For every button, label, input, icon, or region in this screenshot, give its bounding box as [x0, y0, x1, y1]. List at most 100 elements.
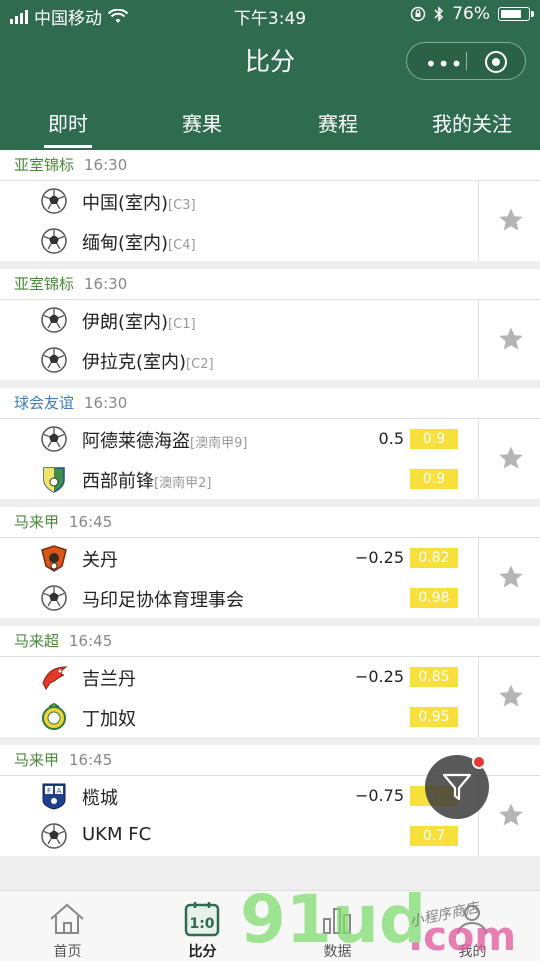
away-team-name: 缅甸(室内)[C4]: [82, 233, 196, 254]
battery-icon: [498, 7, 534, 21]
favorite-star-icon[interactable]: [498, 802, 524, 828]
favorite-star-icon[interactable]: [498, 683, 524, 709]
nav-data-label: 数据: [323, 944, 352, 960]
tab-bar: 即时 赛果 赛程 我的关注: [0, 90, 540, 150]
away-team-row[interactable]: UKM FC 0.7: [0, 816, 478, 856]
competition-label: 亚室锦标: [14, 156, 75, 174]
away-team-name: 丁加奴: [82, 709, 136, 730]
svg-text:1:0: 1:0: [189, 916, 214, 932]
away-team-row[interactable]: 伊拉克(室内)[C2]: [0, 340, 478, 380]
away-team-name: 西部前锋[澳南甲2]: [82, 471, 212, 492]
home-team-row[interactable]: FA榄城−0.751.: [0, 776, 478, 816]
tab-my-follow[interactable]: 我的关注: [432, 108, 512, 137]
home-team-name: 吉兰丹: [82, 669, 136, 690]
tab-results[interactable]: 赛果: [182, 108, 222, 137]
match-header: 马来甲 16:45: [0, 507, 540, 538]
tab-schedule[interactable]: 赛程: [318, 108, 358, 137]
away-odds-badge: 0.7: [410, 826, 458, 846]
home-icon: [50, 903, 84, 934]
nav-mine-label: 我的: [458, 944, 487, 960]
kickoff-time: 16:45: [69, 751, 113, 769]
kickoff-time: 16:45: [69, 513, 113, 531]
match-group[interactable]: 亚室锦标 16:30 伊朗(室内)[C1] 伊拉克(室内)[C2]: [0, 269, 540, 380]
soccer-ball-icon: [40, 187, 68, 215]
away-odds-badge: 0.9: [410, 469, 458, 489]
away-team-row[interactable]: 丁加奴 0.95: [0, 697, 478, 737]
match-group[interactable]: 马来甲 16:45 关丹 −0.25 0.82 马印足协体育理事会 0.98: [0, 507, 540, 618]
soccer-ball-icon: [40, 306, 68, 334]
away-team-rank: [C2]: [186, 357, 214, 372]
club-shield-icon: [40, 465, 68, 493]
status-bar: 中国移动 下午3:49 76%: [0, 0, 540, 30]
svg-text:F: F: [47, 787, 51, 795]
match-body: 阿德莱德海盗[澳南甲9] 0.5 0.9 西部前锋[澳南甲2] 0.9: [0, 419, 540, 499]
competition-label: 亚室锦标: [14, 275, 75, 293]
favorite-star-icon[interactable]: [498, 445, 524, 471]
match-header: 亚室锦标 16:30: [0, 150, 540, 181]
app-header: 比分 •••: [0, 30, 540, 90]
soccer-ball-icon: [40, 346, 68, 374]
row-divider: [478, 181, 479, 261]
match-body: 伊朗(室内)[C1] 伊拉克(室内)[C2]: [0, 300, 540, 380]
competition-label: 球会友谊: [14, 394, 75, 412]
capsule-divider: [466, 52, 467, 70]
orientation-lock-icon: [410, 6, 426, 22]
user-icon: [457, 905, 487, 935]
home-team-row[interactable]: 中国(室内)[C3]: [0, 181, 478, 221]
away-team-row[interactable]: 缅甸(室内)[C4]: [0, 221, 478, 261]
competition-label: 马来甲: [14, 513, 60, 531]
nav-score[interactable]: 1:0 比分: [135, 891, 270, 961]
soccer-ball-icon: [40, 584, 68, 612]
home-team-rank: [C1]: [168, 317, 196, 332]
tab-live[interactable]: 即时: [44, 108, 92, 148]
svg-text:A: A: [57, 787, 62, 795]
more-dots-icon[interactable]: •••: [425, 52, 463, 76]
away-team-rank: [澳南甲2]: [154, 476, 212, 491]
notification-dot: [472, 755, 486, 769]
home-team-rank: [C3]: [168, 198, 196, 213]
match-body: 关丹 −0.25 0.82 马印足协体育理事会 0.98: [0, 538, 540, 618]
home-odds-badge: 0.82: [410, 548, 458, 568]
favorite-star-icon[interactable]: [498, 564, 524, 590]
away-team-row[interactable]: 西部前锋[澳南甲2] 0.9: [0, 459, 478, 499]
competition-label: 马来甲: [14, 751, 60, 769]
home-team-name: 榄城: [82, 788, 118, 809]
target-icon[interactable]: [485, 51, 507, 73]
away-team-name: UKM FC: [82, 824, 152, 845]
away-odds-badge: 0.95: [410, 707, 458, 727]
nav-score-label: 比分: [188, 944, 217, 960]
nav-data[interactable]: 数据: [270, 891, 405, 961]
nav-mine[interactable]: 我的: [405, 891, 540, 961]
home-team-row[interactable]: 阿德莱德海盗[澳南甲9] 0.5 0.9: [0, 419, 478, 459]
away-team-name: 马印足协体育理事会: [82, 590, 244, 611]
home-team-row[interactable]: 吉兰丹 −0.25 0.85: [0, 657, 478, 697]
competition-label: 马来超: [14, 632, 60, 650]
battery-percent: 76%: [452, 4, 490, 24]
nav-home-label: 首页: [53, 944, 82, 960]
handicap-value: −0.25: [354, 548, 404, 567]
row-divider: [478, 300, 479, 380]
home-team-row[interactable]: 关丹 −0.25 0.82: [0, 538, 478, 578]
away-team-rank: [C4]: [168, 238, 196, 253]
home-odds-badge: 0.85: [410, 667, 458, 687]
match-header: 马来超 16:45: [0, 626, 540, 657]
match-group[interactable]: 球会友谊 16:30 阿德莱德海盗[澳南甲9] 0.5 0.9 西部前锋[澳南甲2] 0.9: [0, 388, 540, 499]
away-team-row[interactable]: 马印足协体育理事会 0.98: [0, 578, 478, 618]
kickoff-time: 16:30: [84, 394, 128, 412]
match-group[interactable]: 马来超 16:45 吉兰丹 −0.25 0.85 丁加奴 0.95: [0, 626, 540, 737]
favorite-star-icon[interactable]: [498, 326, 524, 352]
favorite-star-icon[interactable]: [498, 207, 524, 233]
kickoff-time: 16:30: [84, 275, 128, 293]
home-team-row[interactable]: 伊朗(室内)[C1]: [0, 300, 478, 340]
row-divider: [478, 657, 479, 737]
match-header: 亚室锦标 16:30: [0, 269, 540, 300]
home-team-name: 阿德莱德海盗[澳南甲9]: [82, 431, 248, 452]
home-team-name: 中国(室内)[C3]: [82, 193, 196, 214]
handicap-value: −0.75: [354, 786, 404, 805]
match-group[interactable]: 亚室锦标 16:30 中国(室内)[C3] 缅甸(室内)[C4]: [0, 150, 540, 261]
nav-home[interactable]: 首页: [0, 891, 135, 961]
away-team-name: 伊拉克(室内)[C2]: [82, 352, 214, 373]
yellow-crest-icon: [40, 702, 68, 731]
bluetooth-icon: [434, 6, 444, 22]
home-team-name: 伊朗(室内)[C1]: [82, 312, 196, 333]
